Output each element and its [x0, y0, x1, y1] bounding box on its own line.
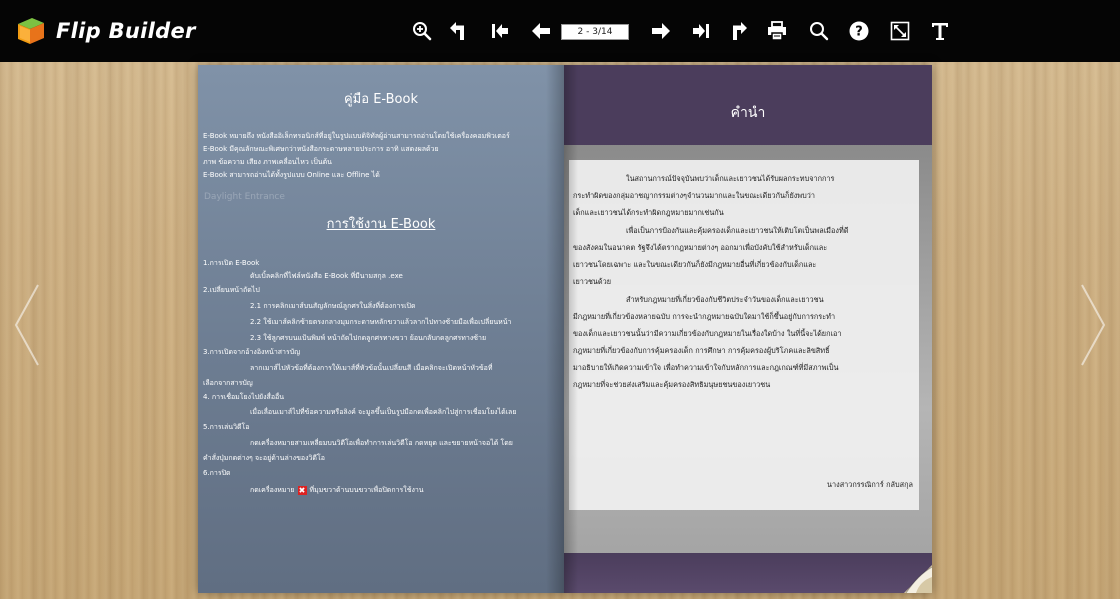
- usage-item: คำสั่งปุ่มกดต่างๆ จะอยู่ด้านล่างของวิดีโ…: [203, 454, 325, 462]
- preface-line: มีกฎหมายที่เกี่ยวข้องหลายฉบับ การจะนำกฎห…: [573, 312, 836, 321]
- preface-text-box: ในสถานการณ์ปัจจุบันพบว่าเด็กและเยาวชนได้…: [569, 160, 919, 510]
- left-page[interactable]: คู่มือ E-Book E-Book หมายถึง หนังสืออิเล…: [198, 65, 564, 593]
- usage-item: ลากเมาส์ไปหัวข้อที่ต้องการให้เมาส์ที่หัว…: [250, 364, 493, 372]
- preface-line: เพื่อเป็นการป้องกันและคุ้มครองเด็กและเยา…: [626, 226, 849, 235]
- usage-item: เมื่อเลื่อนเมาส์ไปที่ข้อความหรือลิงค์ จะ…: [250, 408, 517, 416]
- app-title: Flip Builder: [56, 19, 196, 43]
- usage-item: ดับเบิ้ลคลิกที่ไฟล์หนังสือ E-Book ที่มีน…: [250, 272, 403, 280]
- page-curl-icon: [904, 565, 932, 593]
- preface-line: ของเด็กและเยาวชนนั้นว่ามีความเกี่ยวข้องก…: [573, 329, 842, 338]
- usage-item-text: กดเครื่องหมาย: [250, 486, 295, 494]
- help-button[interactable]: ?: [848, 20, 870, 42]
- last-page-button[interactable]: [690, 20, 712, 42]
- page-number-input[interactable]: [561, 24, 629, 40]
- usage-item: 5.การเล่นวิดีโอ: [203, 423, 250, 431]
- book-logo-icon: [18, 18, 44, 44]
- usage-item: เลือกจากสารบัญ: [203, 379, 253, 387]
- previous-page-side-arrow[interactable]: [8, 280, 48, 370]
- preface-line: เด็กและเยาวชนได้กระทำผิดกฎหมายมากเช่นกัน: [573, 208, 724, 217]
- ebook-usage-heading: การใช้งาน E-Book: [326, 217, 436, 232]
- usage-item: 2.1 การคลิกเมาส์บนสัญลักษณ์ลูกศรในสิ่งที…: [250, 302, 416, 310]
- search-button[interactable]: [808, 20, 830, 42]
- back-button[interactable]: [448, 20, 470, 42]
- faded-background-text: Daylight Entrance: [204, 192, 285, 202]
- next-page-button[interactable]: [650, 20, 672, 42]
- search-icon: [810, 22, 829, 41]
- chevron-left-icon: [14, 284, 39, 366]
- page-curl-corner[interactable]: [904, 565, 932, 593]
- print-button[interactable]: [766, 20, 788, 42]
- preface-line: สำหรับกฎหมายที่เกี่ยวข้องกับชีวิตประจำวั…: [626, 295, 824, 304]
- next-page-side-arrow[interactable]: [1072, 280, 1112, 370]
- intro-line: E-Book มีคุณลักษณะพิเศษกว่าหนังสือกระดาษ…: [203, 145, 439, 153]
- usage-item: 6.การปิด: [203, 469, 231, 477]
- fullscreen-icon: [890, 21, 910, 41]
- usage-item: 2.2 ใช้เมาส์คลิกซ้ายตรงกลางมุมกระดาษหลัก…: [250, 318, 512, 326]
- right-page[interactable]: คำนำ ในสถานการณ์ปัจจุบันพบว่าเด็กและเยาว…: [564, 65, 932, 593]
- share-button[interactable]: [727, 20, 749, 42]
- usage-item: 4. การเชื่อมโยงไปยังสื่ออื่น: [203, 393, 285, 401]
- preface-heading: คำนำ: [730, 105, 766, 121]
- preface-line: ในสถานการณ์ปัจจุบันพบว่าเด็กและเยาวชนได้…: [626, 174, 835, 183]
- usage-item-text: ที่มุมขวาด้านบนขวาเพื่อปิดการใช้งาน: [309, 486, 424, 494]
- svg-text:?: ?: [855, 25, 863, 40]
- first-page-button[interactable]: [489, 20, 511, 42]
- preface-line: มาอธิบายให้เกิดความเข้าใจ เพื่อทำความเข้…: [573, 363, 839, 372]
- ebook-guide-heading: คู่มือ E-Book: [343, 92, 418, 107]
- last-page-icon: [693, 24, 709, 38]
- usage-item: 3.การเปิดจากอ้างอิงหน้าสารบัญ: [203, 348, 301, 356]
- preface-line: ของสังคมในอนาคต รัฐจึงได้ตรากฎหมายต่างๆ …: [573, 243, 828, 252]
- preface-line: เยาวชนด้วย: [573, 277, 612, 286]
- zoom-in-button[interactable]: [411, 20, 433, 42]
- chevron-right-icon: [1081, 284, 1106, 366]
- intro-line: ภาพ ข้อความ เสียง ภาพเคลื่อนไหว เป็นต้น: [203, 158, 332, 166]
- usage-item: กดเครื่องหมายสามเหลี่ยมบนวิดีโอเพื่อทำกา…: [250, 439, 513, 447]
- flipbook: คู่มือ E-Book E-Book หมายถึง หนังสืออิเล…: [198, 65, 932, 593]
- intro-line: E-Book สามารถอ่านได้ทั้งรูปแบบ Online แล…: [203, 171, 380, 179]
- fullscreen-button[interactable]: [889, 20, 911, 42]
- text-icon: [932, 23, 948, 40]
- preface-header-band: คำนำ: [564, 65, 932, 145]
- intro-line: E-Book หมายถึง หนังสืออิเล็กทรอนิกส์ที่อ…: [203, 132, 510, 140]
- author-signature: นางสาวกรรณิการ์ กลับสกุล: [827, 480, 913, 489]
- usage-item: 2.เปลี่ยนหน้าถัดไป: [203, 286, 260, 294]
- preface-line: กฎหมายที่จะช่วยส่งเสริมและคุ้มครองสิทธิม…: [573, 380, 771, 389]
- brand: Flip Builder: [14, 14, 196, 48]
- usage-item: กดเครื่องหมาย ✖ ที่มุมขวาด้านบนขวาเพื่อปิด…: [250, 485, 424, 495]
- share-icon: [733, 22, 747, 40]
- next-page-icon: [652, 23, 670, 39]
- first-page-icon: [492, 24, 508, 38]
- close-x-icon: ✖: [297, 485, 307, 495]
- help-icon: ?: [849, 21, 869, 41]
- preface-line: กระทำผิดของกลุ่มอาชญากรรมต่างๆจำนวนมากแล…: [573, 191, 815, 200]
- usage-item: 1.การเปิด E-Book: [203, 259, 260, 267]
- usage-item: 2.3 ใช้ลูกศรบนแป้นพิมพ์ หน้าถัดไปกดลูกศร…: [250, 334, 487, 342]
- print-icon: [768, 21, 786, 41]
- back-icon: [450, 22, 464, 40]
- preface-line: กฎหมายที่เกี่ยวข้องกับการคุ้มครองเด็ก กา…: [573, 346, 830, 355]
- toolbar: Flip Builder 2 - 3/14 ?: [0, 0, 1120, 62]
- preface-line: เยาวชนโดยเฉพาะ และในขณะเดียวกันก็ยังมีกฎ…: [573, 260, 817, 269]
- text-mode-button[interactable]: [929, 20, 951, 42]
- footer-band: [564, 553, 932, 593]
- previous-page-button[interactable]: [530, 20, 552, 42]
- previous-page-icon: [532, 23, 550, 39]
- zoom-in-icon: [413, 22, 432, 41]
